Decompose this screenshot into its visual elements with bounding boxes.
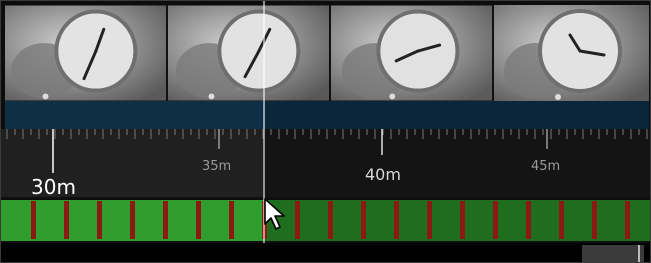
ruler-label-30m: 30m (31, 175, 76, 199)
mouse-cursor-icon (264, 198, 285, 230)
strip-overlay (265, 101, 649, 129)
audio-strip[interactable] (5, 101, 649, 129)
thumbnail-4[interactable] (494, 5, 649, 101)
thumbnail-strip[interactable] (5, 5, 649, 101)
ruler-label-35m: 35m (202, 159, 232, 174)
time-ruler[interactable]: 30m 35m 40m 45m (1, 129, 650, 199)
thumbnail-1[interactable] (5, 5, 168, 101)
scrollbar-marker (638, 245, 640, 262)
thumbnail-3[interactable] (331, 5, 494, 101)
scrollbar-thumb[interactable] (582, 245, 644, 262)
timeline-editor: 30m 35m 40m 45m (0, 0, 651, 263)
video-track[interactable] (1, 197, 650, 243)
thumbnail-2[interactable] (168, 5, 331, 101)
ruler-label-45m: 45m (531, 159, 561, 174)
ruler-label-40m: 40m (365, 165, 401, 184)
horizontal-scrollbar[interactable] (1, 243, 650, 262)
track-clips (1, 199, 650, 241)
